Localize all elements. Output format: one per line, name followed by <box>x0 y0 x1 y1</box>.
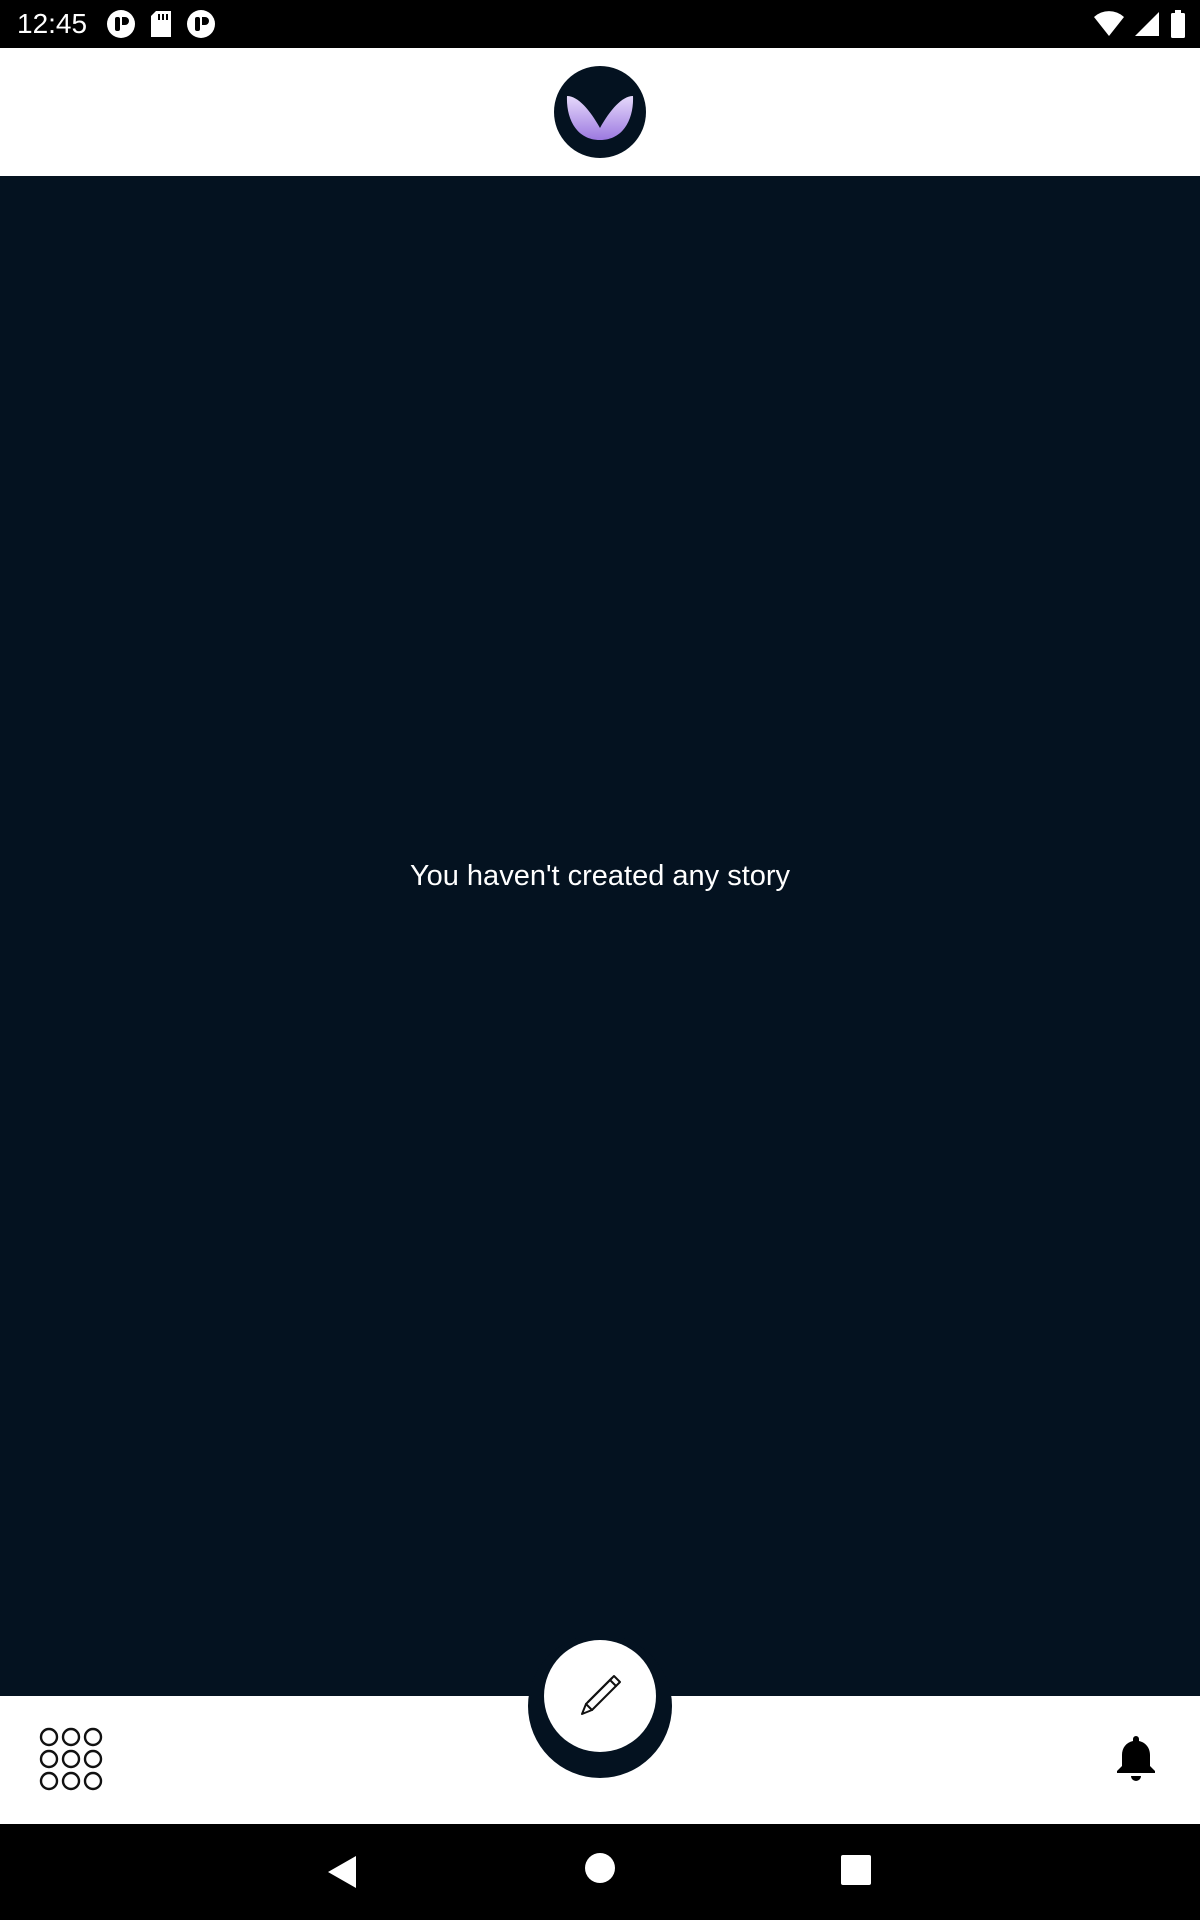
system-navigation-bar <box>0 1824 1200 1920</box>
pencil-icon <box>581 1675 621 1715</box>
back-icon[interactable] <box>322 1852 362 1892</box>
empty-state-message: You haven't created any story <box>409 860 791 892</box>
notifications-button[interactable] <box>1114 1734 1158 1782</box>
bell-icon <box>1117 1736 1155 1781</box>
sd-card-icon <box>151 11 171 37</box>
recents-icon[interactable] <box>840 1854 872 1886</box>
grid-menu-icon <box>39 1727 103 1791</box>
wifi-icon <box>1094 11 1124 36</box>
app-logo-icon[interactable] <box>554 66 646 158</box>
app-header <box>0 48 1200 176</box>
main-content: You haven't created any story <box>0 176 1200 1696</box>
battery-icon <box>1171 10 1185 38</box>
app-notification-icon <box>107 10 135 38</box>
cellular-signal-icon <box>1135 12 1159 36</box>
system-icons <box>1094 8 1186 40</box>
status-bar: 12:45 <box>0 0 1200 48</box>
notification-icons <box>106 8 216 40</box>
create-story-button[interactable] <box>544 1640 656 1752</box>
app-notification-icon <box>187 10 215 38</box>
status-time: 12:45 <box>17 8 88 39</box>
grid-menu-button[interactable] <box>38 1726 104 1792</box>
home-icon[interactable] <box>584 1852 616 1884</box>
